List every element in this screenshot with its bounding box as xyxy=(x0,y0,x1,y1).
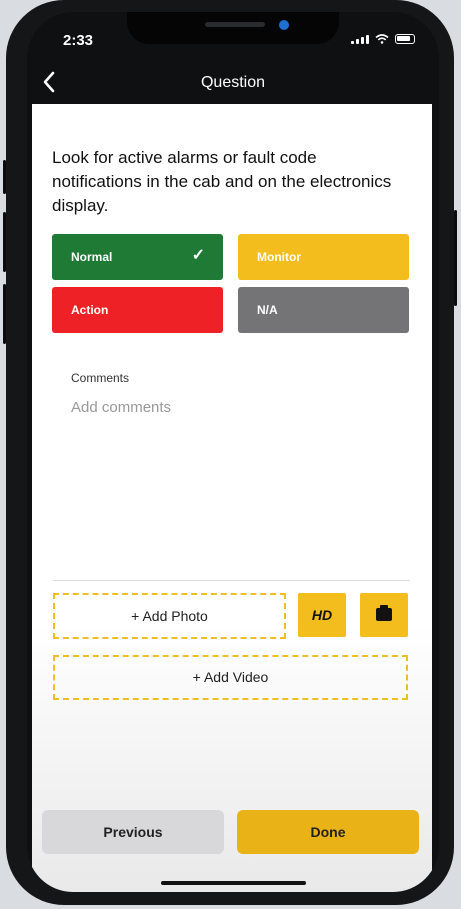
previous-label: Previous xyxy=(103,824,163,840)
option-action[interactable]: Action xyxy=(52,287,223,333)
question-text: Look for active alarms or fault code not… xyxy=(52,148,392,215)
camera-icon xyxy=(376,605,392,621)
notch xyxy=(127,12,339,44)
page-title: Question xyxy=(200,74,266,91)
volume-down-button xyxy=(3,284,6,344)
signal-icon xyxy=(351,35,369,44)
nav-bar: Question xyxy=(27,62,439,102)
front-camera xyxy=(279,20,289,30)
home-indicator[interactable] xyxy=(161,881,306,885)
add-video-button[interactable]: + Add Video xyxy=(53,655,408,700)
speaker xyxy=(205,22,265,27)
phone-screen: 2:33 Question Look for active alarms or … xyxy=(27,12,439,892)
option-normal[interactable]: Normal ✓ xyxy=(52,234,223,280)
option-na[interactable]: N/A xyxy=(238,287,409,333)
camera-button[interactable] xyxy=(360,593,408,637)
option-na-label: N/A xyxy=(257,303,278,317)
mute-switch xyxy=(3,160,6,194)
option-action-label: Action xyxy=(71,303,109,317)
add-video-label: + Add Video xyxy=(192,669,269,685)
check-icon: ✓ xyxy=(191,247,205,264)
divider xyxy=(53,580,410,581)
status-time: 2:33 xyxy=(63,32,94,49)
add-photo-button[interactable]: + Add Photo xyxy=(53,593,286,639)
option-monitor-label: Monitor xyxy=(257,250,301,264)
option-normal-label: Normal xyxy=(71,250,113,264)
hd-label: HD xyxy=(311,607,333,623)
phone-frame: 2:33 Question Look for active alarms or … xyxy=(3,0,457,905)
status-icons xyxy=(351,34,415,44)
battery-icon xyxy=(395,34,415,44)
comments-label: Comments xyxy=(71,371,130,385)
volume-up-button xyxy=(3,212,6,272)
done-label: Done xyxy=(310,824,346,840)
option-monitor[interactable]: Monitor xyxy=(238,234,409,280)
hd-toggle-button[interactable]: HD xyxy=(298,593,346,637)
done-button[interactable]: Done xyxy=(237,810,419,854)
comments-input[interactable]: Add comments xyxy=(71,399,171,416)
power-button xyxy=(454,210,457,306)
question-content: Look for active alarms or fault code not… xyxy=(32,104,432,892)
wifi-icon xyxy=(375,34,389,44)
add-photo-label: + Add Photo xyxy=(131,608,208,624)
previous-button[interactable]: Previous xyxy=(42,810,224,854)
